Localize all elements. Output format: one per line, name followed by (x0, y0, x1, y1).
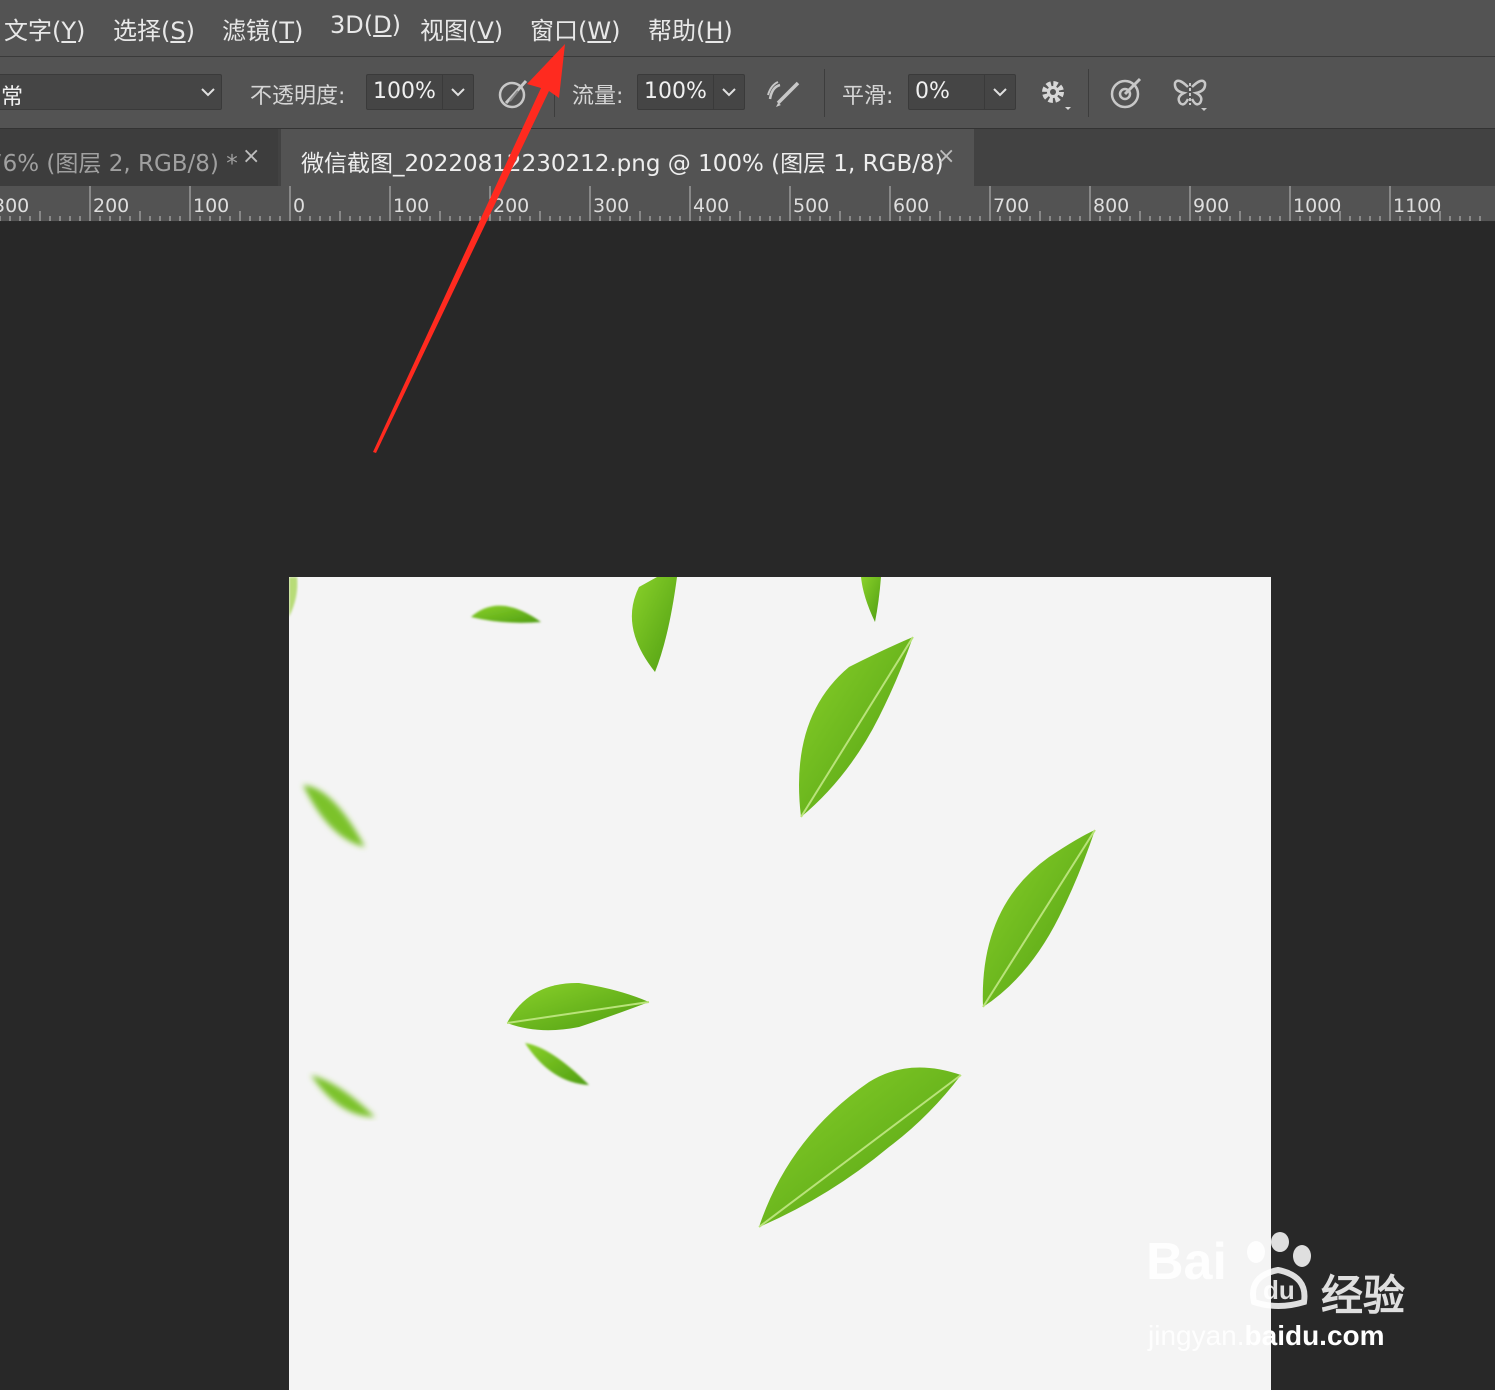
menu-select[interactable]: 选择(S) (113, 11, 195, 46)
document-tab-bar: 76% (图层 2, RGB/8) * × 微信截图_2022081223021… (0, 129, 1495, 186)
smoothing-label: 平滑: (842, 84, 894, 109)
ruler-label: 1100 (1393, 195, 1441, 217)
horizontal-ruler[interactable]: 3002001000100200300400500600700800900100… (0, 186, 1495, 222)
ruler-label: 500 (793, 195, 829, 217)
menu-help[interactable]: 帮助(H) (648, 11, 733, 46)
opacity-dropdown[interactable] (442, 75, 473, 109)
chevron-down-icon (993, 88, 1007, 97)
ruler-label: 200 (93, 195, 129, 217)
chevron-down-icon (722, 88, 736, 97)
ruler-label: 400 (693, 195, 729, 217)
options-bar: 常 不透明度: 100% 流量: 100% 平滑: 0% (0, 57, 1495, 129)
smoothing-value: 0% (915, 79, 950, 104)
close-icon[interactable]: × (937, 144, 955, 169)
menu-view[interactable]: 视图(V) (420, 11, 503, 46)
tab-title: 76% (图层 2, RGB/8) * (0, 151, 238, 177)
separator (1088, 69, 1089, 117)
menu-filter[interactable]: 滤镜(T) (222, 11, 303, 46)
flow-dropdown[interactable] (713, 75, 744, 109)
ruler-label: 800 (1093, 195, 1129, 217)
ruler-label: 200 (493, 195, 529, 217)
flow-field[interactable]: 100% (637, 74, 745, 110)
ruler-label: 100 (393, 195, 429, 217)
smoothing-dropdown[interactable] (984, 75, 1015, 109)
svg-text:du: du (1263, 1275, 1295, 1305)
menu-type[interactable]: 文字(Y) (4, 11, 85, 46)
chevron-down-icon (201, 88, 215, 97)
blend-mode-value: 常 (1, 85, 24, 110)
tab-document-active[interactable]: 微信截图_20220812230212.png @ 100% (图层 1, RG… (281, 129, 974, 186)
watermark-brand: Bai (1146, 1233, 1227, 1291)
symmetry-butterfly-icon[interactable] (1172, 75, 1208, 111)
menu-window[interactable]: 窗口(W) (530, 11, 620, 46)
close-icon[interactable]: × (242, 144, 260, 169)
opacity-label: 不透明度: (250, 84, 346, 109)
opacity-field[interactable]: 100% (366, 74, 474, 110)
watermark-jingyan: 经验 (1321, 1271, 1406, 1320)
ruler-label: 100 (193, 195, 229, 217)
ruler-label: 300 (0, 195, 29, 217)
paw-logo-icon: du (1247, 1232, 1311, 1309)
ruler-label: 300 (593, 195, 629, 217)
document-canvas[interactable] (289, 577, 1271, 1390)
menu-3d[interactable]: 3D(D) (330, 11, 401, 39)
leaves-image (289, 577, 1096, 1228)
chevron-down-icon (451, 88, 465, 97)
pressure-opacity-icon[interactable] (496, 75, 532, 111)
baidu-watermark: Bai du 经验 jingyan.baidu.com (1146, 1232, 1446, 1372)
brush-angle-icon[interactable] (1108, 75, 1144, 111)
separator (824, 69, 825, 117)
ruler-label: 900 (1193, 195, 1229, 217)
smoothing-field[interactable]: 0% (908, 74, 1016, 110)
flow-label: 流量: (572, 84, 624, 109)
ruler-label: 1000 (1293, 195, 1341, 217)
menu-bar: 文字(Y) 选择(S) 滤镜(T) 3D(D) 视图(V) 窗口(W) 帮助(H… (0, 0, 1495, 57)
watermark-url: jingyan.baidu.com (1148, 1320, 1385, 1351)
blend-mode-select[interactable]: 常 (0, 74, 222, 110)
ruler-label: 0 (293, 195, 305, 217)
flow-value: 100% (644, 79, 707, 104)
tab-document-2[interactable]: 76% (图层 2, RGB/8) * × (0, 129, 278, 186)
ruler-label: 600 (893, 195, 929, 217)
opacity-value: 100% (373, 79, 436, 104)
airbrush-icon[interactable] (766, 75, 802, 111)
tab-title: 微信截图_20220812230212.png @ 100% (图层 1, RG… (301, 151, 944, 177)
separator (554, 69, 555, 117)
gear-icon[interactable] (1036, 75, 1072, 111)
ruler-ticks: 3002001000100200300400500600700800900100… (0, 186, 1481, 221)
ruler-label: 700 (993, 195, 1029, 217)
